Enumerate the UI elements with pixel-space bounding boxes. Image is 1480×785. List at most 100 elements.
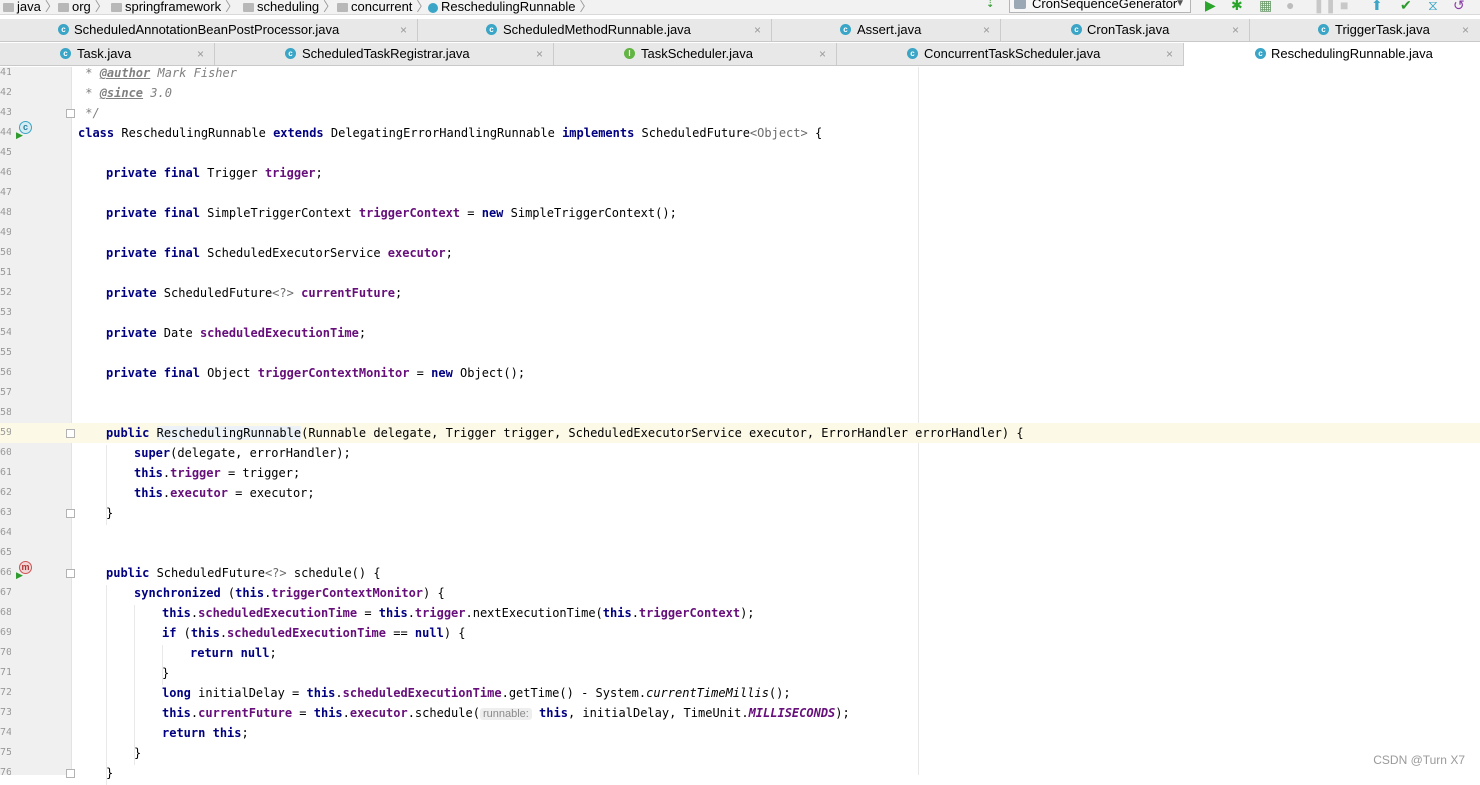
code-line[interactable]: 76}: [0, 763, 1480, 783]
code-line[interactable]: 54 private Date scheduledExecutionTime;: [0, 323, 1480, 343]
fold-toggle-icon[interactable]: [66, 769, 75, 778]
code-line[interactable]: 55: [0, 343, 1480, 363]
close-icon[interactable]: ×: [197, 43, 204, 65]
code-line[interactable]: 68 this.scheduledExecutionTime = this.tri…: [0, 603, 1480, 623]
code-line[interactable]: 53: [0, 303, 1480, 323]
code-line[interactable]: 56 private final Object triggerContextMon…: [0, 363, 1480, 383]
close-icon[interactable]: ×: [1232, 19, 1239, 41]
code-line[interactable]: 73 this.currentFuture = this.executor.sch…: [0, 703, 1480, 723]
code-token: super: [134, 446, 171, 460]
code-line[interactable]: 67 synchronized (this.triggerContextMonit…: [0, 583, 1480, 603]
code-line[interactable]: 42 * @since 3.0: [0, 83, 1480, 103]
tab-task[interactable]: c Task.java ×: [0, 43, 215, 65]
code-line[interactable]: 59 public ReschedulingRunnable(Runnable d…: [0, 423, 1480, 443]
close-icon[interactable]: ×: [400, 19, 407, 41]
code-text: }: [134, 743, 141, 763]
tab-scheduled-task-registrar[interactable]: c ScheduledTaskRegistrar.java ×: [215, 43, 554, 65]
code-line[interactable]: 46 private final Trigger trigger;: [0, 163, 1480, 183]
code-line[interactable]: 48 private final SimpleTriggerContext tri…: [0, 203, 1480, 223]
code-line[interactable]: 61 this.trigger = trigger;: [0, 463, 1480, 483]
code-line[interactable]: 47: [0, 183, 1480, 203]
code-text: if (this.scheduledExecutionTime == null)…: [162, 623, 466, 643]
run-icon[interactable]: ▶: [1205, 0, 1216, 12]
chevron-right-icon: 〉: [94, 0, 108, 14]
code-token: ReschedulingRunnable: [156, 426, 302, 440]
code-token: Mark Fisher: [150, 66, 237, 80]
code-line[interactable]: 41 * @author Mark Fisher: [0, 63, 1480, 83]
tab-scheduled-method-runnable[interactable]: c ScheduledMethodRunnable.java ×: [418, 19, 772, 41]
code-token: scheduledExecutionTime: [198, 606, 358, 620]
close-icon[interactable]: ×: [819, 43, 826, 65]
profile-icon[interactable]: ●: [1286, 0, 1294, 12]
fold-toggle-icon[interactable]: [66, 509, 75, 518]
pause-icon[interactable]: ❚❚: [1313, 0, 1336, 12]
override-marker-icon[interactable]: m: [19, 561, 32, 574]
run-configuration-select[interactable]: CronSequenceGenerator ▼: [1009, 0, 1191, 13]
breadcrumb-item[interactable]: org 〉: [58, 0, 108, 14]
breadcrumb-item[interactable]: java 〉: [3, 0, 58, 14]
code-token: executor: [349, 706, 408, 720]
stop-icon[interactable]: ■: [1340, 0, 1348, 12]
tab-assert[interactable]: c Assert.java ×: [772, 19, 1001, 41]
code-line[interactable]: 60 super(delegate, errorHandler);: [0, 443, 1480, 463]
breadcrumb-item[interactable]: springframework 〉: [111, 0, 238, 14]
fold-toggle-icon[interactable]: [66, 569, 75, 578]
close-icon[interactable]: ×: [983, 19, 990, 41]
vcs-commit-icon[interactable]: ✔: [1400, 0, 1412, 12]
code-token: scheduledExecutionTime: [342, 686, 502, 700]
close-icon[interactable]: ×: [754, 19, 761, 41]
coverage-icon[interactable]: ▦: [1259, 0, 1272, 12]
code-line[interactable]: 58: [0, 403, 1480, 423]
code-line[interactable]: 69 if (this.scheduledExecutionTime == nul…: [0, 623, 1480, 643]
code-line[interactable]: 63}: [0, 503, 1480, 523]
fold-toggle-icon[interactable]: [66, 429, 75, 438]
vcs-update-icon[interactable]: ⬆: [1371, 0, 1383, 12]
close-icon[interactable]: ×: [1462, 19, 1469, 41]
tab-trigger-task[interactable]: c TriggerTask.java ×: [1250, 19, 1480, 41]
code-line[interactable]: 45: [0, 143, 1480, 163]
code-line[interactable]: 43 */: [0, 103, 1480, 123]
code-line[interactable]: 65: [0, 543, 1480, 563]
code-token: currentFuture: [198, 706, 293, 720]
code-token: <Object>: [749, 126, 808, 140]
code-token: private final: [106, 366, 200, 380]
code-line[interactable]: 51: [0, 263, 1480, 283]
close-icon[interactable]: ×: [1166, 43, 1173, 65]
code-token: this: [306, 686, 336, 700]
close-icon[interactable]: ×: [536, 43, 543, 65]
code-line[interactable]: 74 return this;: [0, 723, 1480, 743]
breadcrumb-item[interactable]: scheduling 〉: [243, 0, 336, 14]
code-line[interactable]: 57: [0, 383, 1480, 403]
code-line[interactable]: 72 long initialDelay = this.scheduledExec…: [0, 683, 1480, 703]
code-line[interactable]: 64: [0, 523, 1480, 543]
code-token: ;: [315, 166, 323, 180]
revert-icon[interactable]: ↺: [1453, 0, 1465, 12]
debug-icon[interactable]: ✱: [1231, 0, 1243, 12]
code-line[interactable]: 44 class ReschedulingRunnable extends Del…: [0, 123, 1480, 143]
code-line[interactable]: 49: [0, 223, 1480, 243]
code-editor[interactable]: 41 * @author Mark Fisher 42 * @since 3.0 4…: [0, 66, 1480, 785]
tab-scheduled-annotation-bean-post-processor[interactable]: c ScheduledAnnotationBeanPostProcessor.j…: [0, 19, 418, 41]
breadcrumb-item[interactable]: ReschedulingRunnable 〉: [428, 0, 592, 14]
code-line[interactable]: 66 public ScheduledFuture<?> schedule() {: [0, 563, 1480, 583]
breadcrumb-item[interactable]: concurrent 〉: [337, 0, 429, 14]
code-token: public: [106, 566, 150, 580]
tab-concurrent-task-scheduler[interactable]: c ConcurrentTaskScheduler.java ×: [837, 43, 1184, 65]
indent-guide: [162, 645, 163, 685]
tab-cron-task[interactable]: c CronTask.java ×: [1001, 19, 1250, 41]
code-line[interactable]: 71}: [0, 663, 1480, 683]
code-token: return: [190, 646, 234, 660]
implements-marker-icon[interactable]: c: [19, 121, 32, 134]
tab-task-scheduler[interactable]: I TaskScheduler.java ×: [554, 43, 837, 65]
build-icon[interactable]: ⇣: [986, 0, 994, 12]
vcs-history-icon[interactable]: ⧖: [1428, 0, 1438, 12]
code-line[interactable]: 50 private final ScheduledExecutorService…: [0, 243, 1480, 263]
code-line[interactable]: 52 private ScheduledFuture<?> currentFutu…: [0, 283, 1480, 303]
code-line[interactable]: 75}: [0, 743, 1480, 763]
code-token: ;: [445, 246, 453, 260]
code-token: =: [409, 366, 432, 380]
fold-toggle-icon[interactable]: [66, 109, 75, 118]
code-line[interactable]: 62 this.executor = executor;: [0, 483, 1480, 503]
code-line[interactable]: 70 return null;: [0, 643, 1480, 663]
